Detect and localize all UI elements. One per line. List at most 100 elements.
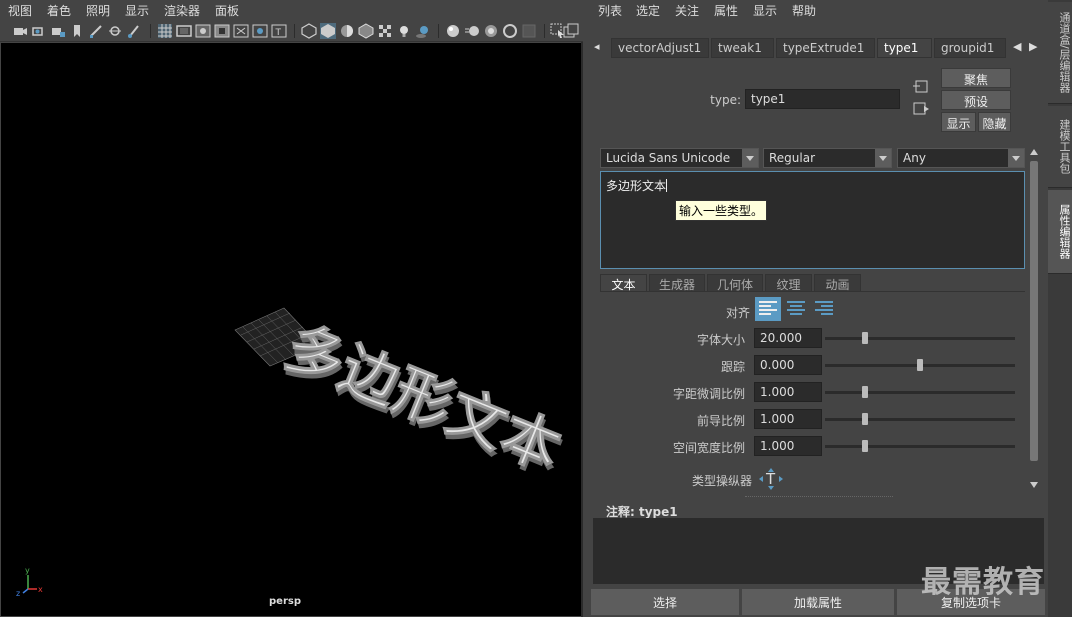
- gate-mask-icon[interactable]: [214, 23, 230, 39]
- alignment-label: 对齐: [725, 306, 750, 320]
- camera-attributes-icon[interactable]: [31, 23, 47, 39]
- align-right-icon[interactable]: [811, 297, 837, 321]
- subtab-texture[interactable]: 纹理: [765, 274, 812, 292]
- font-size-slider[interactable]: [825, 332, 1015, 344]
- wireframe-on-shaded-icon[interactable]: [358, 23, 374, 39]
- menu-renderer[interactable]: 渲染器: [164, 2, 200, 19]
- subtab-text[interactable]: 文本: [600, 274, 647, 292]
- paint-icon[interactable]: [126, 23, 142, 39]
- writing-system-dropdown[interactable]: Any: [897, 148, 1025, 168]
- space-width-scale-field[interactable]: 1.000: [754, 436, 822, 456]
- select-button[interactable]: 选择: [591, 589, 739, 615]
- default-material-icon[interactable]: [339, 23, 355, 39]
- camera-lock-icon[interactable]: [50, 23, 66, 39]
- menu-lighting[interactable]: 照明: [86, 2, 110, 19]
- subtab-animation[interactable]: 动画: [814, 274, 861, 292]
- scroll-down-icon[interactable]: [1029, 480, 1039, 490]
- side-tab-attribute-editor[interactable]: 属性编辑器: [1048, 190, 1072, 274]
- menu-panels[interactable]: 面板: [215, 2, 239, 19]
- tracking-slider-handle[interactable]: [917, 359, 923, 371]
- grid-icon[interactable]: [157, 23, 173, 39]
- kerning-scale-field[interactable]: 1.000: [754, 382, 822, 402]
- leading-scale-field[interactable]: 1.000: [754, 409, 822, 429]
- menu-focus[interactable]: 关注: [675, 2, 699, 19]
- menu-view[interactable]: 视图: [8, 2, 32, 19]
- safe-title-icon[interactable]: T: [271, 23, 287, 39]
- tracking-field[interactable]: 0.000: [754, 355, 822, 375]
- smooth-shade-icon[interactable]: [320, 23, 336, 39]
- font-style-dropdown[interactable]: Regular: [763, 148, 892, 168]
- tab-type1[interactable]: type1: [877, 38, 932, 58]
- scroll-up-icon[interactable]: [1029, 147, 1039, 157]
- menu-shading[interactable]: 着色: [47, 2, 71, 19]
- axis-label-z: z: [16, 589, 20, 598]
- output-connection-icon[interactable]: [912, 101, 930, 117]
- type-node-name-field[interactable]: type1: [745, 89, 900, 109]
- ambient-occlusion-icon[interactable]: [445, 23, 461, 39]
- font-family-dropdown[interactable]: Lucida Sans Unicode: [600, 148, 759, 168]
- anti-aliasing-icon[interactable]: [483, 23, 499, 39]
- hide-button[interactable]: 隐藏: [978, 112, 1011, 132]
- side-tab-channel-box[interactable]: 通道盒/层编辑器: [1048, 2, 1072, 104]
- tab-scroll-left-icon[interactable]: ◂: [594, 40, 600, 53]
- isolate-select-icon[interactable]: [521, 23, 537, 39]
- show-button[interactable]: 显示: [941, 112, 976, 132]
- xray-icon[interactable]: [377, 23, 393, 39]
- leading-scale-slider[interactable]: [825, 413, 1015, 425]
- tab-scroll-left-arrow-icon[interactable]: ◀: [1013, 40, 1021, 53]
- font-size-slider-handle[interactable]: [861, 332, 868, 344]
- scrollbar-thumb[interactable]: [1030, 161, 1038, 461]
- motion-blur-icon[interactable]: [464, 23, 480, 39]
- menu-attributes[interactable]: 属性: [714, 2, 738, 19]
- leading-scale-slider-handle[interactable]: [861, 413, 868, 425]
- viewport-canvas[interactable]: 多边形文本 多边形文本 y x z persp: [1, 43, 581, 616]
- attribute-scrollbar[interactable]: [1028, 147, 1040, 491]
- tab-groupid1[interactable]: groupid1: [934, 38, 1006, 58]
- subtab-generator[interactable]: 生成器: [649, 274, 705, 292]
- grease-pencil-icon[interactable]: [88, 23, 104, 39]
- kerning-scale-slider[interactable]: [825, 386, 1015, 398]
- viewport-menubar: 视图 着色 照明 显示 渲染器 面板: [0, 0, 583, 20]
- presets-button[interactable]: 预设: [941, 90, 1011, 110]
- subtab-geometry[interactable]: 几何体: [707, 274, 763, 292]
- space-width-scale-slider[interactable]: [825, 440, 1015, 452]
- font-size-field[interactable]: 20.000: [754, 328, 822, 348]
- align-center-icon[interactable]: [783, 297, 809, 321]
- side-tab-modeling-toolkit[interactable]: 建模工具包: [1048, 106, 1072, 188]
- input-connection-icon[interactable]: [912, 79, 930, 95]
- menu-display[interactable]: 显示: [753, 2, 777, 19]
- space-width-scale-slider-handle[interactable]: [861, 440, 868, 452]
- kerning-scale-slider-handle[interactable]: [861, 386, 868, 398]
- type-node-label: type:: [710, 93, 741, 107]
- camera-icon[interactable]: [12, 23, 28, 39]
- tab-typeextrude1[interactable]: typeExtrude1: [776, 38, 875, 58]
- type-text-input[interactable]: 多边形文本: [600, 171, 1025, 269]
- depth-of-field-icon[interactable]: [502, 23, 518, 39]
- align-left-icon[interactable]: [755, 297, 781, 321]
- tab-scroll-right-arrow-icon[interactable]: ▶: [1029, 40, 1037, 53]
- image-plane-icon[interactable]: [107, 23, 123, 39]
- shadows-icon[interactable]: [415, 23, 431, 39]
- lights-icon[interactable]: [396, 23, 412, 39]
- tracking-slider[interactable]: [825, 359, 1015, 371]
- menu-show[interactable]: 显示: [125, 2, 149, 19]
- field-chart-icon[interactable]: [233, 23, 249, 39]
- menu-selected[interactable]: 选定: [636, 2, 660, 19]
- safe-action-icon[interactable]: [252, 23, 268, 39]
- type-manipulator-icon[interactable]: T: [758, 467, 784, 491]
- tab-tweak1[interactable]: tweak1: [711, 38, 774, 58]
- scene-3d-text[interactable]: 多边形文本: [276, 312, 571, 485]
- panel-layout-icon[interactable]: [563, 23, 579, 39]
- watermark-logo: 最需教育: [921, 565, 1045, 600]
- resolution-gate-icon[interactable]: [195, 23, 211, 39]
- tab-vectoradjust1[interactable]: vectorAdjust1: [611, 38, 709, 58]
- load-attributes-button[interactable]: 加载属性: [742, 589, 894, 615]
- type-sub-tab-bar: 文本 生成器 几何体 纹理 动画: [600, 274, 1025, 292]
- svg-text:T: T: [765, 470, 776, 488]
- film-gate-icon[interactable]: [176, 23, 192, 39]
- menu-list[interactable]: 列表: [598, 2, 622, 19]
- menu-help[interactable]: 帮助: [792, 2, 816, 19]
- wireframe-icon[interactable]: [301, 23, 317, 39]
- bookmark-icon[interactable]: [69, 23, 85, 39]
- focus-button[interactable]: 聚焦: [941, 68, 1011, 88]
